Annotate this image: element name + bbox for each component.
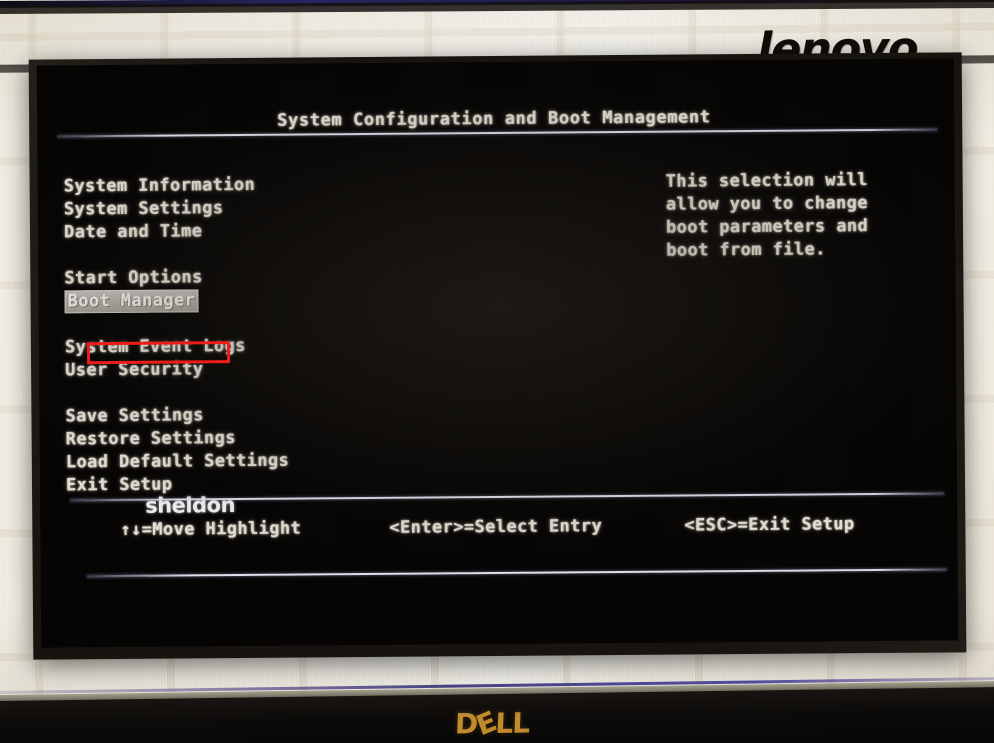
monitor-bezel: System Configuration and Boot Management… bbox=[28, 52, 967, 660]
help-text-line: allow you to change bbox=[665, 193, 868, 215]
bios-key-legend: ↑↓=Move Highlight <Enter>=Select Entry <… bbox=[86, 513, 946, 550]
menu-item-date-and-time[interactable]: Date and Time bbox=[64, 219, 394, 245]
menu-item-load-default-settings[interactable]: Load Default Settings bbox=[66, 449, 396, 475]
bios-main-menu: System Information System Settings Date an… bbox=[64, 173, 397, 498]
menu-item-system-event-logs[interactable]: System Event Logs bbox=[65, 334, 395, 360]
menu-row: Date and Time bbox=[64, 219, 394, 245]
bios-screen: System Configuration and Boot Management… bbox=[36, 58, 959, 648]
photograph-of-monitor: lenovo. System Configuration and Boot Ma… bbox=[0, 0, 994, 743]
menu-item-system-information[interactable]: System Information bbox=[64, 173, 394, 199]
menu-item-user-security[interactable]: User Security bbox=[65, 357, 395, 383]
bios-screen-title: System Configuration and Boot Management bbox=[277, 107, 711, 131]
footer-separator-rule-bottom bbox=[86, 568, 947, 578]
title-separator-rule bbox=[57, 128, 938, 138]
key-hint-select-entry: <Enter>=Select Entry bbox=[389, 516, 603, 538]
menu-row: System Event Logs bbox=[65, 334, 395, 360]
menu-row: System Settings bbox=[64, 196, 394, 222]
key-hint-move-highlight: ↑↓=Move Highlight bbox=[120, 518, 302, 540]
menu-item-restore-settings[interactable]: Restore Settings bbox=[66, 426, 396, 452]
menu-row: Start Options bbox=[64, 265, 394, 291]
menu-item-save-settings[interactable]: Save Settings bbox=[65, 403, 395, 429]
menu-item-system-settings[interactable]: System Settings bbox=[64, 196, 394, 222]
menu-row: Boot Manager bbox=[64, 288, 394, 314]
help-text-line: boot parameters and bbox=[665, 216, 869, 238]
menu-row: Save Settings bbox=[65, 403, 395, 429]
key-hint-exit-setup: <ESC>=Exit Setup bbox=[684, 514, 855, 536]
image-watermark: sheldon bbox=[145, 493, 236, 518]
menu-item-start-options[interactable]: Start Options bbox=[64, 265, 394, 291]
menu-row: User Security bbox=[65, 357, 395, 383]
dell-logo: DELL bbox=[454, 705, 529, 742]
menu-row: Restore Settings bbox=[66, 426, 396, 452]
bios-help-pane: This selection will allow you to change bo… bbox=[666, 169, 937, 263]
menu-group-spacer bbox=[65, 311, 395, 337]
menu-row: System Information bbox=[64, 173, 394, 199]
menu-group-spacer bbox=[65, 380, 395, 406]
menu-row: Load Default Settings bbox=[66, 449, 396, 475]
help-text-line: This selection will bbox=[665, 170, 868, 192]
menu-group-spacer bbox=[64, 242, 394, 268]
menu-item-boot-manager[interactable]: Boot Manager bbox=[64, 289, 199, 314]
help-text-line: boot from file. bbox=[666, 239, 826, 261]
